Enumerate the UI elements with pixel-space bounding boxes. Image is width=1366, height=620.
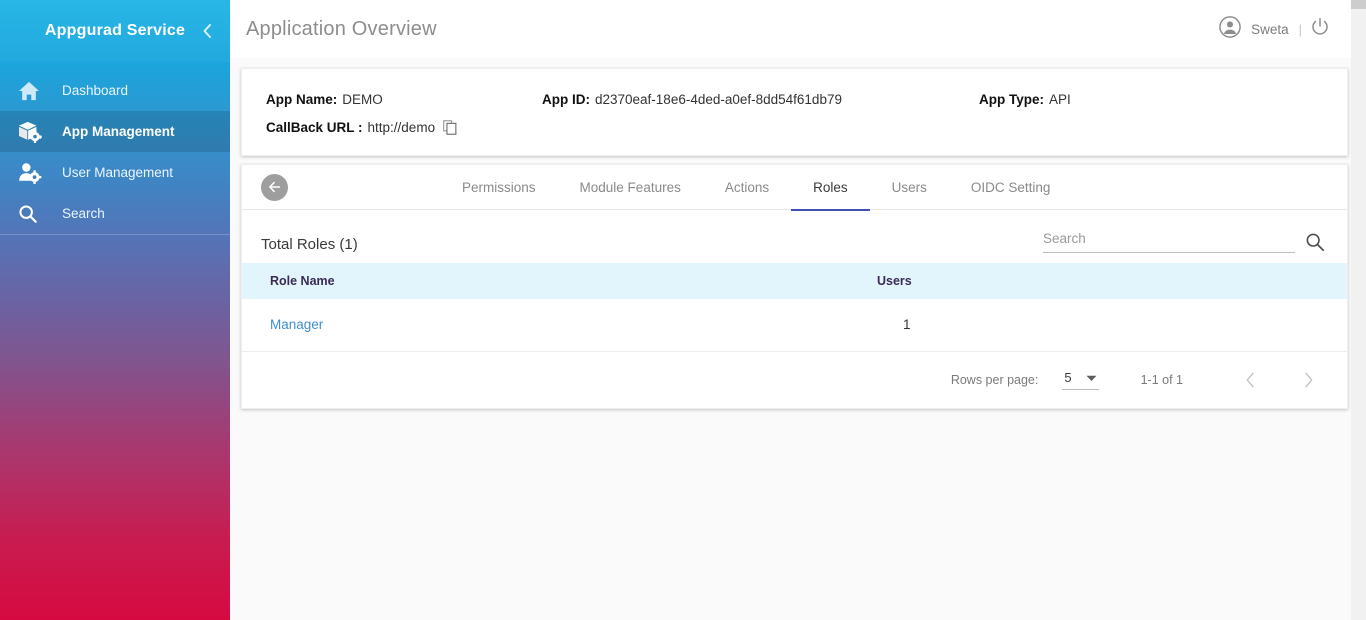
sidebar-item-app-management[interactable]: App Management <box>0 111 230 152</box>
caret-down-icon <box>1086 370 1097 385</box>
sidebar-divider <box>0 234 230 235</box>
app-type-label: App Type: <box>979 91 1044 107</box>
app-info-row-2: CallBack URL : http://demo <box>266 113 1323 141</box>
table-row: Manager 1 <box>242 299 1347 352</box>
roles-table-body: Manager 1 <box>242 299 1347 352</box>
tab-module-features[interactable]: Module Features <box>558 165 703 210</box>
search-field <box>1043 230 1295 253</box>
topbar: Application Overview Sweta | <box>230 0 1366 58</box>
cell-role-name: Manager <box>242 299 877 352</box>
page-title: Application Overview <box>246 17 437 40</box>
cell-users-count: 1 <box>877 299 1347 352</box>
previous-page-button[interactable] <box>1233 363 1267 397</box>
column-header-users: Users <box>877 263 1347 299</box>
callback-url-label: CallBack URL : <box>266 119 363 135</box>
sidebar-item-label: Search <box>62 206 105 221</box>
search-icon[interactable] <box>1305 232 1325 253</box>
search-area <box>1043 230 1325 253</box>
tab-permissions[interactable]: Permissions <box>440 165 558 210</box>
sidebar: Appgurad Service Dashboard App Managemen… <box>0 0 230 620</box>
brand-title: Appgurad Service <box>44 22 186 39</box>
page-scrollbar[interactable] <box>1351 0 1366 620</box>
sidebar-item-label: User Management <box>62 165 174 180</box>
power-off-icon[interactable] <box>1310 17 1330 42</box>
sidebar-item-user-management[interactable]: User Management <box>0 152 230 193</box>
total-roles-heading: Total Roles (1) <box>261 236 358 253</box>
next-page-button[interactable] <box>1291 363 1325 397</box>
roles-panel-card: Permissions Module Features Actions Role… <box>241 164 1348 409</box>
scrollbar-thumb[interactable] <box>1351 0 1366 9</box>
account-circle-icon[interactable] <box>1219 15 1241 43</box>
search-icon <box>18 202 48 226</box>
sidebar-item-label: Dashboard <box>62 83 129 98</box>
app-info-card: App Name: DEMO App ID: d2370eaf-18e6-4ded-… <box>241 68 1348 156</box>
tab-users[interactable]: Users <box>870 165 949 210</box>
app-name-label: App Name: <box>266 91 338 107</box>
main-area: Application Overview Sweta | App Name: D… <box>230 0 1366 620</box>
search-input[interactable] <box>1043 231 1295 246</box>
tab-actions[interactable]: Actions <box>703 165 791 210</box>
app-info-row-1: App Name: DEMO App ID: d2370eaf-18e6-4ded-… <box>266 85 1323 113</box>
sidebar-header: Appgurad Service <box>0 0 230 62</box>
person-gear-icon <box>18 161 48 185</box>
topbar-separator: | <box>1298 21 1302 37</box>
app-name-value: DEMO <box>342 91 383 107</box>
roles-table-head: Role Name Users <box>242 263 1347 299</box>
app-id-field: App ID: d2370eaf-18e6-4ded-a0ef-8dd54f61d… <box>542 92 979 107</box>
topbar-user-area: Sweta | <box>1219 15 1344 43</box>
tabs: Permissions Module Features Actions Role… <box>440 165 1073 211</box>
roles-table: Role Name Users Manager 1 <box>242 263 1347 352</box>
app-type-value: API <box>1049 91 1071 107</box>
rows-per-page-value: 5 <box>1064 369 1072 385</box>
tab-oidc-setting[interactable]: OIDC Setting <box>949 165 1073 210</box>
content-area: App Name: DEMO App ID: d2370eaf-18e6-4ded-… <box>230 68 1366 409</box>
home-icon <box>18 79 48 103</box>
app-root: Appgurad Service Dashboard App Managemen… <box>0 0 1366 620</box>
column-header-role-name: Role Name <box>242 263 877 299</box>
panel-header: Total Roles (1) <box>242 210 1347 263</box>
rows-per-page-label: Rows per page: <box>950 372 1039 387</box>
role-link[interactable]: Manager <box>270 317 323 332</box>
sidebar-nav: Dashboard App Management User Management… <box>0 70 230 235</box>
app-id-value: d2370eaf-18e6-4ded-a0ef-8dd54f61db79 <box>595 91 842 107</box>
sidebar-item-dashboard[interactable]: Dashboard <box>0 70 230 111</box>
table-header-row: Role Name Users <box>242 263 1347 299</box>
callback-url-field: CallBack URL : http://demo <box>266 120 457 135</box>
sidebar-collapse-button[interactable] <box>196 20 218 42</box>
user-name: Sweta <box>1251 21 1289 37</box>
sidebar-item-label: App Management <box>62 124 175 139</box>
copy-icon[interactable] <box>443 119 457 135</box>
sidebar-item-search[interactable]: Search <box>0 193 230 234</box>
app-id-label: App ID: <box>542 91 590 107</box>
tab-roles[interactable]: Roles <box>791 165 870 211</box>
back-button[interactable] <box>261 173 288 201</box>
app-name-field: App Name: DEMO <box>266 92 542 107</box>
paginator: Rows per page: 5 1-1 of 1 <box>242 352 1347 408</box>
pagination-range-label: 1-1 of 1 <box>1140 372 1183 387</box>
rows-per-page-select[interactable]: 5 <box>1062 369 1099 390</box>
tabs-bar: Permissions Module Features Actions Role… <box>242 165 1347 211</box>
app-type-field: App Type: API <box>979 92 1071 107</box>
callback-url-value: http://demo <box>367 119 436 135</box>
box-gear-icon <box>18 120 48 144</box>
